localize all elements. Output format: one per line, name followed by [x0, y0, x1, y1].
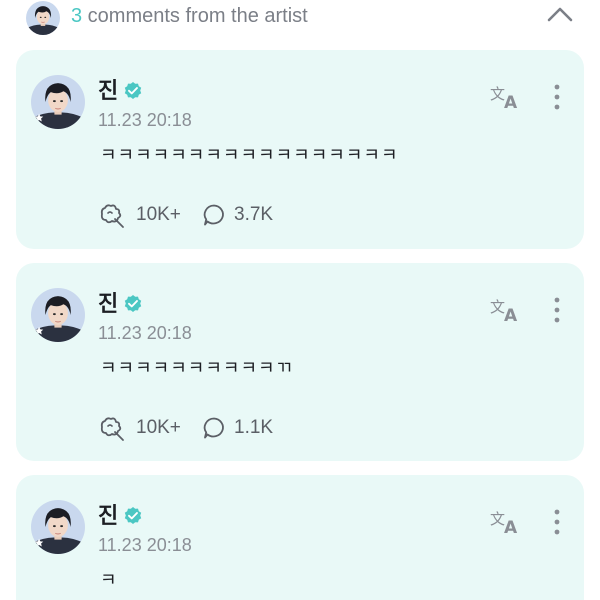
- reply-icon[interactable]: [202, 416, 226, 440]
- chevron-up-icon[interactable]: [546, 4, 574, 26]
- comment-text: ㅋㅋㅋㅋㅋㅋㅋㅋㅋㅋㅋㅋㅋㅋㅋㅋㅋ: [100, 145, 399, 165]
- comment-text: ㅋ: [100, 570, 118, 590]
- more-options-icon[interactable]: [549, 508, 565, 536]
- svg-text:A: A: [504, 93, 518, 110]
- verified-badge-icon: [124, 82, 142, 99]
- reaction-row: 10K+ 3.7K: [98, 200, 273, 230]
- translate-icon[interactable]: 文 A: [490, 297, 524, 323]
- avatar[interactable]: [31, 500, 85, 554]
- artist-comment-card: 진 11.23 20:18 文 A ㅋ: [16, 475, 584, 600]
- author-name[interactable]: 진: [98, 78, 118, 104]
- artist-avatar[interactable]: [26, 1, 60, 35]
- like-icon[interactable]: [98, 414, 126, 442]
- like-count: 10K+: [136, 204, 181, 225]
- svg-text:文: 文: [490, 298, 505, 316]
- more-options-icon[interactable]: [549, 83, 565, 111]
- comment-text: ㅋㅋㅋㅋㅋㅋㅋㅋㅋㅋㄲ: [100, 358, 294, 378]
- avatar[interactable]: [31, 288, 85, 342]
- reply-icon[interactable]: [202, 203, 226, 227]
- like-icon[interactable]: [98, 201, 126, 229]
- verified-badge-icon: [124, 507, 142, 524]
- comments-summary: 3 comments from the artist: [71, 4, 308, 28]
- timestamp: 11.23 20:18: [98, 323, 192, 343]
- translate-icon[interactable]: 文 A: [490, 84, 524, 110]
- comment-count: 3: [71, 5, 83, 27]
- author-name[interactable]: 진: [98, 503, 118, 529]
- comments-header: 3 comments from the artist: [0, 0, 600, 34]
- svg-text:文: 文: [490, 510, 505, 528]
- svg-text:文: 文: [490, 85, 505, 103]
- artist-comment-card: 진 11.23 20:18 文 A ㅋㅋㅋㅋㅋㅋㅋㅋㅋㅋㄲ 10K+ 1.1K: [16, 263, 584, 461]
- timestamp: 11.23 20:18: [98, 110, 192, 130]
- author-name[interactable]: 진: [98, 291, 118, 317]
- verified-badge-icon: [124, 295, 142, 312]
- avatar[interactable]: [31, 75, 85, 129]
- reply-count: 1.1K: [234, 417, 274, 438]
- translate-icon[interactable]: 文 A: [490, 509, 524, 535]
- reaction-row: 10K+ 1.1K: [98, 413, 273, 443]
- artist-comment-card: 진 11.23 20:18 文 A ㅋㅋㅋㅋㅋㅋㅋㅋㅋㅋㅋㅋㅋㅋㅋㅋㅋ 10K+…: [16, 50, 584, 249]
- like-count: 10K+: [136, 417, 181, 438]
- reply-count: 3.7K: [234, 204, 274, 225]
- svg-text:A: A: [504, 306, 518, 323]
- svg-text:A: A: [504, 518, 518, 535]
- timestamp: 11.23 20:18: [98, 535, 192, 555]
- comments-summary-label: comments from the artist: [82, 5, 308, 27]
- more-options-icon[interactable]: [549, 296, 565, 324]
